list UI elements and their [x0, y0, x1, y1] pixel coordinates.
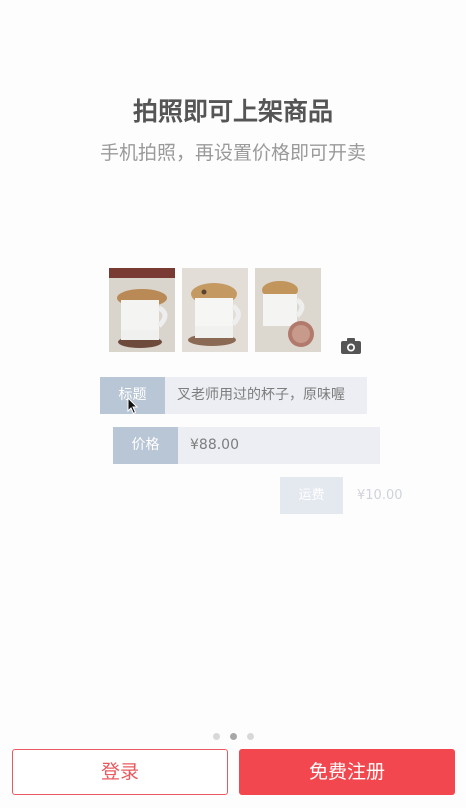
page-dot[interactable]	[246, 733, 254, 740]
login-button[interactable]: 登录	[12, 749, 228, 795]
product-photo-3[interactable]	[255, 268, 321, 352]
camera-icon[interactable]	[340, 337, 362, 355]
price-input[interactable]: ¥88.00	[178, 427, 380, 464]
page-dot-active[interactable]	[229, 733, 237, 740]
shipping-value: ¥10.00	[357, 488, 403, 503]
mouse-cursor-icon	[127, 397, 139, 415]
register-button[interactable]: 免费注册	[239, 749, 455, 795]
page-subtitle: 手机拍照，再设置价格即可开卖	[99, 142, 366, 164]
price-label: 价格	[113, 427, 178, 464]
shipping-label[interactable]: 运费	[280, 477, 343, 514]
title-input[interactable]: 叉老师用过的杯子，原味喔	[165, 377, 367, 414]
page-indicator	[0, 725, 466, 744]
page-title: 拍照即可上架商品	[132, 97, 333, 126]
product-photo-2[interactable]	[182, 268, 248, 352]
page-dot[interactable]	[212, 733, 220, 740]
product-photo-1[interactable]	[109, 268, 175, 352]
